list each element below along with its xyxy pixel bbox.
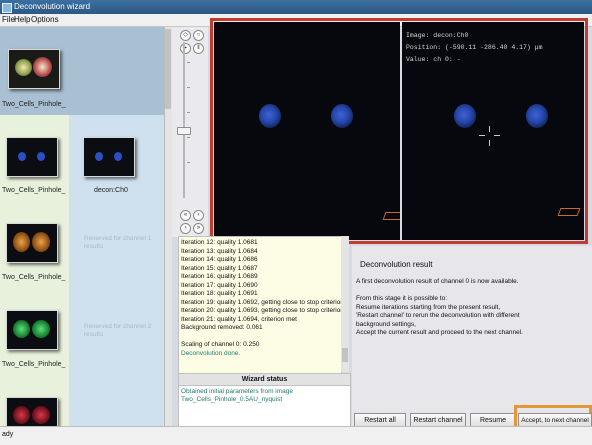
channel-list: Two_Cells_Pinhole_ Two_Cells_Pinhole_ de… xyxy=(0,27,164,426)
log-line: Iteration 15: quality 1.0687 xyxy=(181,264,258,272)
original-image-viewer[interactable] xyxy=(214,22,400,240)
result-text: From this stage it is possible to: xyxy=(356,295,448,302)
channel-thumbnail-4[interactable] xyxy=(6,397,58,426)
crosshair xyxy=(489,140,490,146)
channel-list-scrollbar[interactable] xyxy=(164,27,172,426)
channel-caption-2: Two_Cells_Pinhole_ xyxy=(2,274,66,281)
log-line: Iteration 17: quality 1.0690 xyxy=(181,281,258,289)
channel-thumbnail-1[interactable] xyxy=(6,137,58,177)
result-title: Deconvolution result xyxy=(360,260,433,269)
menu-help[interactable]: Help xyxy=(14,14,30,26)
roi-box[interactable] xyxy=(557,208,581,216)
result-text: A first deconvolution result of channel … xyxy=(356,278,519,285)
app-icon xyxy=(2,3,12,13)
zoom-icon[interactable]: ○ xyxy=(193,30,204,41)
log-line: Iteration 12: quality 1.0681 xyxy=(181,239,258,246)
log-line: Iteration 19: quality 1.0692, getting cl… xyxy=(181,298,342,306)
channel-caption-0: Two_Cells_Pinhole_ xyxy=(2,101,66,108)
reserved-label-2: Reserved for channel 1 results xyxy=(84,235,152,250)
image-label: Image: decon:Ch0 xyxy=(406,32,469,39)
slider-tick xyxy=(187,87,190,88)
slider-tick xyxy=(187,112,190,113)
fit-icon[interactable]: ◇ xyxy=(180,30,191,41)
next-icon[interactable]: › xyxy=(180,223,191,234)
restart-all-button[interactable]: Restart all xyxy=(354,413,406,427)
slider-tick xyxy=(187,162,190,163)
slider-tick xyxy=(187,62,190,63)
cell-nucleus xyxy=(526,104,548,128)
result-image-viewer[interactable]: Image: decon:Ch0 Position: (-590.11 -286… xyxy=(402,22,584,240)
reserved-label-3: Reserved for channel 2 results xyxy=(84,323,152,338)
result-caption-1: decon:Ch0 xyxy=(94,187,128,194)
restart-channel-button[interactable]: Restart channel xyxy=(410,413,466,427)
result-thumbnail-1[interactable] xyxy=(83,137,135,177)
log-line: Iteration 16: quality 1.0689 xyxy=(181,273,258,280)
channel-caption-3: Two_Cells_Pinhole_ xyxy=(2,361,66,368)
value-label: Value: ch 0: - xyxy=(406,56,461,63)
window-title: Deconvolution wizard xyxy=(14,2,91,11)
log-done: Deconvolution done. xyxy=(181,349,241,357)
log-line: Iteration 14: quality 1.0686 xyxy=(181,256,258,263)
log-scrollbar[interactable] xyxy=(341,236,349,372)
log-line: Background removed: 0.061 xyxy=(181,324,263,331)
wizard-status-area: Obtained initial parameters from image T… xyxy=(178,385,351,428)
z-slider[interactable] xyxy=(177,42,191,198)
pause-icon[interactable]: ‖ xyxy=(193,43,204,54)
result-text: Accept the current result and proceed to… xyxy=(356,329,523,336)
channel-thumbnail-0[interactable] xyxy=(8,49,60,89)
position-label: Position: (-590.11 -286.40 4.17) μm xyxy=(406,44,543,51)
accept-next-channel-button[interactable]: Accept, to next channel xyxy=(518,413,592,427)
crosshair xyxy=(494,135,500,136)
menu-options[interactable]: Options xyxy=(31,14,59,26)
result-text: background settings, xyxy=(356,320,416,328)
status-bar: ady xyxy=(0,426,592,445)
result-panel: Deconvolution result A first deconvoluti… xyxy=(352,246,592,426)
deconvolution-log[interactable]: Iteration 12: quality 1.0681 Iteration 1… xyxy=(178,236,342,374)
status-text: ady xyxy=(2,431,14,438)
scrollbar-thumb[interactable] xyxy=(165,29,171,109)
wizard-status-line: Two_Cells_Pinhole_0.5AU_nyquist xyxy=(181,396,283,403)
log-line: Scaling of channel 0: 0.250 xyxy=(181,341,260,348)
slider-tick xyxy=(187,137,190,138)
first-icon[interactable]: « xyxy=(180,210,191,221)
result-text: Resume iterations starting from the pres… xyxy=(356,303,501,311)
log-line: Iteration 18: quality 1.0691 xyxy=(181,290,258,297)
scrollbar-thumb[interactable] xyxy=(342,348,348,362)
title-bar: Deconvolution wizard xyxy=(0,0,592,14)
channel-caption-1: Two_Cells_Pinhole_ xyxy=(2,187,66,194)
prev-icon[interactable]: ‹ xyxy=(193,210,204,221)
last-icon[interactable]: » xyxy=(193,223,204,234)
crosshair xyxy=(489,126,490,132)
slider-track xyxy=(183,42,185,198)
crosshair xyxy=(479,135,485,136)
log-line: Iteration 13: quality 1.0684 xyxy=(181,247,258,255)
result-text: 'Restart channel' to rerun the deconvolu… xyxy=(356,312,520,319)
cell-nucleus xyxy=(454,104,476,128)
log-line: Iteration 20: quality 1.0693, getting cl… xyxy=(181,307,342,314)
cell-nucleus xyxy=(259,104,281,128)
channel-thumbnail-3[interactable] xyxy=(6,310,58,350)
roi-box[interactable] xyxy=(382,212,400,220)
slider-knob[interactable] xyxy=(177,127,191,135)
log-line: Iteration 21: quality 1.0694, criterion … xyxy=(181,315,297,323)
resume-button[interactable]: Resume xyxy=(470,413,516,427)
wizard-status-line: Obtained initial parameters from image xyxy=(181,388,293,395)
channel-thumbnail-2[interactable] xyxy=(6,223,58,263)
cell-nucleus xyxy=(331,104,353,128)
menu-file[interactable]: File xyxy=(2,14,15,26)
